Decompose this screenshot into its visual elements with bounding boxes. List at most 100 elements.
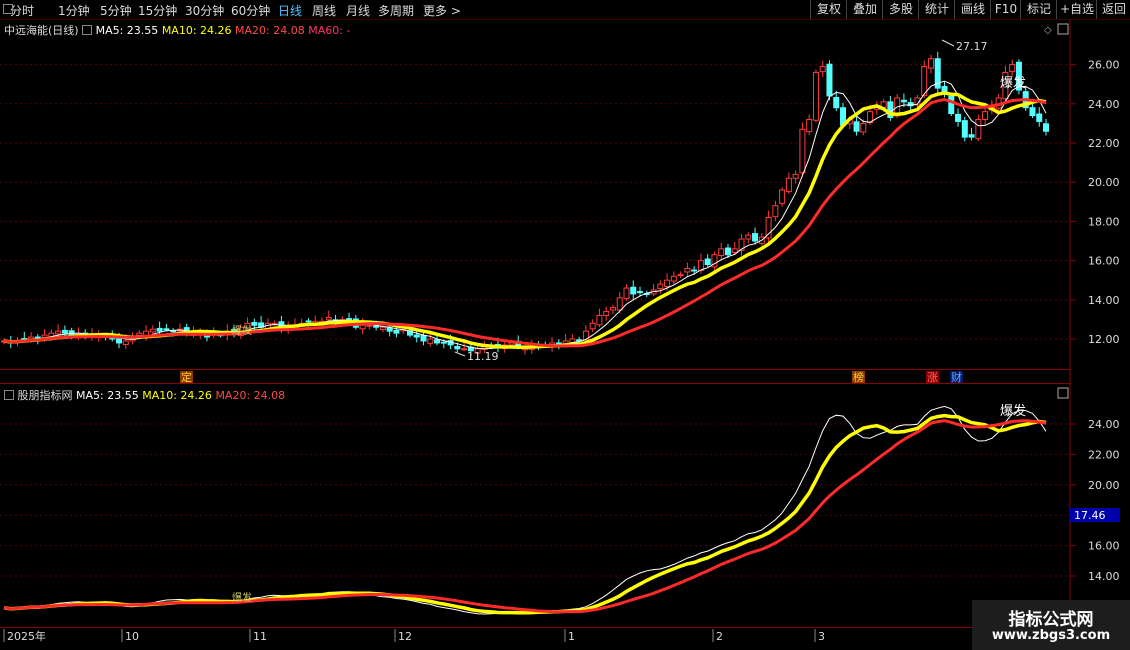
candle-body bbox=[677, 273, 684, 276]
candle-body bbox=[1029, 107, 1036, 117]
candle-body bbox=[975, 118, 982, 140]
main-chart-info: 中远海能(日线) MA5: 23.55 MA10: 24.26 MA20: 24… bbox=[4, 22, 350, 38]
candle-body bbox=[1009, 64, 1016, 73]
candle-body bbox=[61, 329, 68, 334]
candle-body bbox=[440, 341, 447, 344]
stock-title: 中远海能(日线) bbox=[4, 24, 79, 37]
candle-body bbox=[670, 275, 677, 282]
candle-body bbox=[704, 258, 711, 266]
watermark-title: 指标公式网 bbox=[1008, 610, 1094, 630]
current-value-label: 17.46 bbox=[1074, 509, 1106, 522]
candle-body bbox=[122, 340, 129, 345]
ma10-line bbox=[3, 91, 1047, 349]
diamond-icon: ◇ bbox=[1044, 25, 1052, 36]
candle-body bbox=[927, 58, 934, 69]
candle-body bbox=[731, 248, 738, 253]
candle-body bbox=[752, 233, 759, 242]
y-tick-label: 16.00 bbox=[1088, 255, 1120, 268]
ma10-label: MA10: 24.26 bbox=[142, 389, 212, 402]
candle-body bbox=[826, 63, 833, 97]
candle-body bbox=[812, 71, 819, 121]
y-tick-label: 16.00 bbox=[1088, 540, 1120, 553]
indicator-ma10-line bbox=[3, 413, 1047, 615]
event-label: 财 bbox=[951, 370, 962, 384]
candle-body bbox=[968, 134, 975, 138]
candle-body bbox=[589, 322, 596, 330]
candle-body bbox=[948, 95, 955, 115]
panel-toggle-icon bbox=[1057, 23, 1069, 35]
candle-body bbox=[900, 99, 907, 103]
candle-body bbox=[136, 332, 143, 336]
event-label: 榜 bbox=[853, 370, 864, 384]
candle-body bbox=[961, 120, 968, 138]
candle-body bbox=[609, 307, 616, 311]
y-tick-label: 24.00 bbox=[1088, 418, 1120, 431]
y-tick-label: 22.00 bbox=[1088, 448, 1120, 461]
y-tick-label: 24.00 bbox=[1088, 98, 1120, 111]
ma5-line bbox=[3, 80, 1047, 350]
y-tick-label: 12.00 bbox=[1088, 333, 1120, 346]
y-tick-label: 14.00 bbox=[1088, 570, 1120, 583]
candle-body bbox=[305, 320, 312, 323]
candle-body bbox=[765, 216, 772, 239]
panel-toggle-icon bbox=[1057, 387, 1069, 399]
settings-icon[interactable] bbox=[4, 390, 14, 400]
low-pointer bbox=[454, 351, 466, 357]
chart-canvas: 26.00 24.00 22.00 20.00 18.00 16.00 14.00 12.00… bbox=[0, 20, 1120, 643]
ma20-label: MA20: 24.08 bbox=[235, 24, 305, 37]
candle-body bbox=[562, 340, 569, 344]
candle-body bbox=[921, 66, 928, 97]
event-label: 涨 bbox=[927, 371, 938, 384]
x-tick-label: 3 bbox=[818, 630, 825, 643]
candle-body bbox=[325, 316, 332, 321]
high-pointer bbox=[941, 39, 955, 47]
candle-body bbox=[413, 334, 420, 338]
candle-body bbox=[156, 327, 163, 332]
candle-body bbox=[806, 118, 813, 133]
candle-body bbox=[55, 330, 62, 335]
candle-body bbox=[691, 269, 698, 272]
candle-body bbox=[427, 338, 434, 344]
candle-body bbox=[833, 97, 840, 109]
indicator-title: 股朋指标网 bbox=[17, 389, 73, 402]
candle-body bbox=[745, 234, 752, 240]
candle-body bbox=[792, 173, 799, 179]
ma20-line bbox=[3, 97, 1047, 348]
candle-body bbox=[718, 248, 725, 257]
indicator-chart-info: 股朋指标网 MA5: 23.55 MA10: 24.26 MA20: 24.08 bbox=[4, 387, 285, 403]
x-tick-label: 11 bbox=[253, 630, 267, 643]
candle-body bbox=[799, 128, 806, 174]
candle-body bbox=[379, 326, 386, 331]
y-tick-label: 22.00 bbox=[1088, 137, 1120, 150]
candle-body bbox=[657, 283, 664, 289]
candle-body bbox=[393, 329, 400, 334]
x-tick-label: 10 bbox=[125, 630, 139, 643]
low-price-label: 11.19 bbox=[467, 350, 499, 363]
y-tick-label: 14.00 bbox=[1088, 294, 1120, 307]
ma60-label: MA60: - bbox=[308, 24, 351, 37]
y-tick-label: 18.00 bbox=[1088, 215, 1120, 228]
settings-icon[interactable] bbox=[82, 25, 93, 35]
watermark: 指标公式网 www.zbgs3.com bbox=[972, 600, 1130, 650]
candle-body bbox=[366, 324, 373, 327]
signal-marker: 爆发 bbox=[232, 324, 252, 337]
candle-body bbox=[1036, 113, 1043, 122]
candle-body bbox=[860, 122, 867, 133]
candle-body bbox=[461, 348, 468, 351]
ma5-label: MA5: 23.55 bbox=[76, 389, 139, 402]
candle-body bbox=[434, 339, 441, 344]
candle-body bbox=[955, 113, 962, 122]
candle-body bbox=[637, 291, 644, 294]
candle-body bbox=[386, 327, 393, 332]
candle-body bbox=[819, 66, 826, 73]
candle-body bbox=[616, 297, 623, 311]
candle-body bbox=[1043, 123, 1049, 132]
x-tick-label: 12 bbox=[398, 630, 412, 643]
candle-body bbox=[596, 314, 603, 326]
candle-body bbox=[772, 205, 779, 218]
signal-marker: 爆发 bbox=[1000, 75, 1026, 91]
candle-body bbox=[785, 177, 792, 193]
candle-body bbox=[149, 328, 156, 333]
high-price-label: 27.17 bbox=[956, 40, 988, 53]
candle-body bbox=[454, 345, 461, 350]
